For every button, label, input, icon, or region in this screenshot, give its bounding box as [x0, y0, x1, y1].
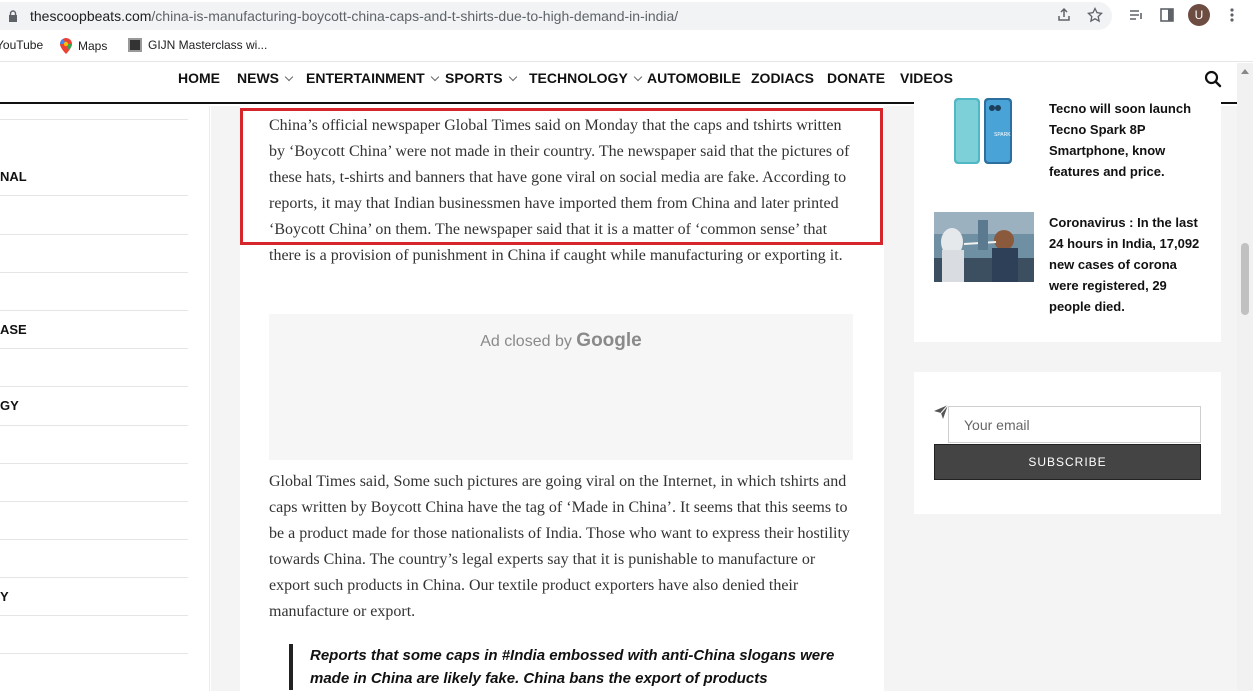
lock-icon	[9, 10, 17, 22]
chevron-down-icon	[430, 72, 439, 81]
nav-donate[interactable]: DONATE	[827, 70, 885, 86]
nav-label: SPORTS	[445, 70, 503, 86]
chevron-down-icon	[633, 72, 643, 81]
divider	[0, 653, 188, 654]
subscribe-widget	[914, 372, 1221, 514]
nav-technology[interactable]: TECHNOLOGY	[529, 70, 643, 86]
reading-list-icon[interactable]	[1126, 5, 1146, 25]
ad-slot: Ad closed by Google	[269, 314, 853, 460]
divider	[0, 119, 188, 120]
page-scrollbar[interactable]	[1237, 63, 1253, 691]
send-icon	[934, 404, 949, 419]
share-icon[interactable]	[1054, 5, 1074, 25]
nav-entertainment[interactable]: ENTERTAINMENT	[306, 70, 439, 86]
category-label[interactable]: GY	[0, 398, 19, 413]
url-host: thescoopbeats.com	[30, 8, 152, 24]
divider	[0, 501, 188, 502]
nav-home[interactable]: HOME	[178, 70, 220, 86]
nav-label: HOME	[178, 70, 220, 86]
nav-sports[interactable]: SPORTS	[445, 70, 517, 86]
divider	[0, 348, 188, 349]
nav-automobile[interactable]: AUTOMOBILE	[647, 70, 741, 86]
chevron-down-icon	[508, 72, 517, 81]
url-path: /china-is-manufacturing-boycott-china-ca…	[151, 8, 679, 24]
divider	[0, 615, 188, 616]
bookmarks-bar: YouTube Maps GIJN Masterclass wi...	[0, 32, 1253, 62]
divider	[0, 234, 188, 235]
scrollbar-thumb[interactable]	[1241, 243, 1249, 315]
divider	[0, 577, 188, 578]
ad-closed-text: Ad closed by Google	[269, 330, 853, 352]
nav-videos[interactable]: VIDEOS	[900, 70, 953, 86]
ad-closed-label: Ad closed by	[480, 333, 572, 350]
category-label[interactable]: Y	[0, 589, 9, 604]
bookmark-youtube[interactable]: YouTube	[0, 38, 43, 52]
search-icon[interactable]	[1204, 70, 1222, 88]
nav-label: ZODIACS	[751, 70, 814, 86]
divider	[0, 425, 188, 426]
phone-image: SPARK 8P	[934, 96, 1034, 166]
divider	[0, 272, 188, 273]
blockquote: Reports that some caps in #India embosse…	[289, 644, 849, 690]
url-text: thescoopbeats.com/china-is-manufacturing…	[30, 8, 678, 24]
nav-zodiacs[interactable]: ZODIACS	[751, 70, 814, 86]
divider	[0, 539, 188, 540]
left-sidebar: NAL ASE GY Y	[0, 106, 210, 691]
divider	[0, 195, 188, 196]
gijn-favicon-icon	[128, 38, 142, 52]
maps-pin-icon	[60, 38, 72, 54]
highlight-box	[240, 108, 883, 245]
star-icon[interactable]	[1085, 5, 1105, 25]
thumb-label: SPARK 8P	[994, 132, 1019, 138]
divider	[0, 310, 188, 311]
url-field[interactable]: thescoopbeats.com/china-is-manufacturing…	[0, 2, 1112, 30]
nav-label: AUTOMOBILE	[647, 70, 741, 86]
browser-address-bar: thescoopbeats.com/china-is-manufacturing…	[0, 0, 1253, 32]
covid-test-image	[934, 212, 1034, 282]
bookmark-label: Maps	[78, 39, 108, 53]
news-title[interactable]: Coronavirus : In the last 24 hours in In…	[1049, 212, 1209, 317]
divider	[0, 386, 188, 387]
nav-label: VIDEOS	[900, 70, 953, 86]
category-label[interactable]: NAL	[0, 169, 27, 184]
bookmark-maps[interactable]: Maps	[60, 38, 107, 54]
email-field[interactable]	[948, 406, 1201, 443]
news-thumbnail[interactable]: SPARK 8P	[934, 96, 1034, 166]
google-logo: Google	[576, 330, 642, 351]
nav-label: NEWS	[237, 70, 279, 86]
chevron-down-icon	[284, 72, 294, 81]
more-menu-icon[interactable]	[1222, 5, 1242, 25]
scroll-up-icon[interactable]	[1241, 69, 1249, 74]
bookmark-label: GIJN Masterclass wi...	[148, 38, 268, 52]
article-paragraph: Global Times said, Some such pictures ar…	[269, 473, 850, 620]
profile-avatar[interactable]: U	[1188, 4, 1210, 26]
category-label[interactable]: ASE	[0, 322, 27, 337]
bookmark-label: YouTube	[0, 38, 44, 52]
news-thumbnail[interactable]	[934, 212, 1034, 282]
nav-news[interactable]: NEWS	[237, 70, 294, 86]
news-title[interactable]: Tecno will soon launch Tecno Spark 8P Sm…	[1049, 98, 1209, 182]
divider	[0, 463, 188, 464]
nav-label: TECHNOLOGY	[529, 70, 628, 86]
nav-label: ENTERTAINMENT	[306, 70, 425, 86]
side-panel-icon[interactable]	[1157, 5, 1177, 25]
nav-label: DONATE	[827, 70, 886, 86]
bookmark-gijn[interactable]: GIJN Masterclass wi...	[128, 38, 267, 52]
subscribe-button[interactable]: SUBSCRIBE	[934, 444, 1201, 480]
